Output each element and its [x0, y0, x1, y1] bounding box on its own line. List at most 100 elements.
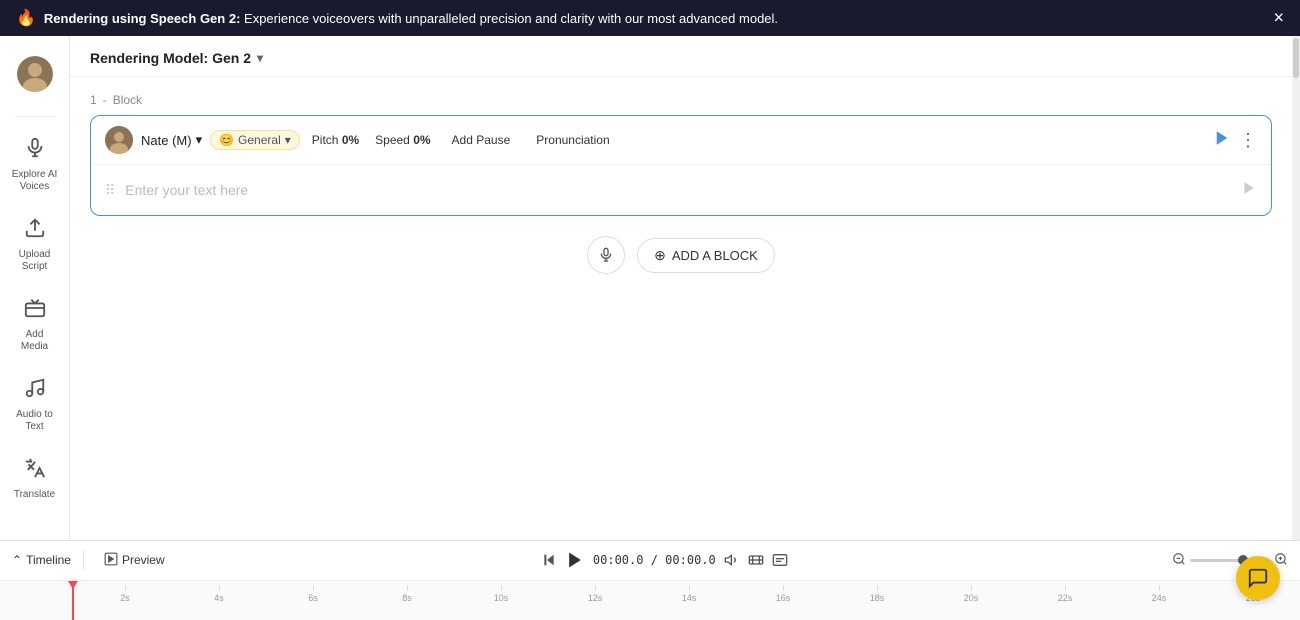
scrollbar[interactable] [1292, 36, 1300, 540]
speed-value: 0% [413, 133, 430, 147]
ruler-mark: 8s [360, 585, 454, 603]
block-toolbar-right: ⋮ [1213, 129, 1257, 152]
speed-label: Speed [375, 133, 410, 147]
total-time: 00:00.0 [665, 553, 716, 567]
block-type: Block [113, 93, 142, 107]
current-time: 00:00.0 [593, 553, 644, 567]
user-avatar [17, 56, 53, 92]
time-display: 00:00.0 / 00:00.0 [593, 553, 716, 567]
skip-back-button[interactable] [541, 552, 557, 568]
chevron-up-icon: ⌃ [12, 553, 22, 567]
ruler-mark: 14s [642, 585, 736, 603]
pronunciation-button[interactable]: Pronunciation [527, 130, 618, 150]
ruler-mark: 24s [1112, 585, 1206, 603]
drag-handle-icon[interactable]: ⠿ [105, 182, 115, 199]
timeline-label-text: Timeline [26, 553, 71, 567]
block-text-area: ⠿ Enter your text here [91, 165, 1271, 215]
sidebar-item-label: Explore AI Voices [12, 169, 58, 193]
chevron-down-icon: ▾ [257, 51, 263, 65]
volume-button[interactable] [724, 552, 740, 568]
ruler-mark: 18s [830, 585, 924, 603]
speed-button[interactable]: Speed 0% [371, 131, 434, 149]
zoom-out-button[interactable] [1172, 552, 1186, 569]
preview-label-text: Preview [122, 553, 165, 567]
sidebar-item-translate[interactable]: Translate [6, 449, 64, 509]
block-label: 1 - Block [90, 93, 1272, 107]
pitch-button[interactable]: Pitch 0% [308, 131, 363, 149]
content-header: Rendering Model: Gen 2 ▾ [70, 36, 1292, 77]
general-badge[interactable]: 😊 General ▾ [210, 130, 300, 150]
sidebar-divider [15, 116, 55, 117]
translate-icon [24, 457, 46, 485]
plus-icon: ⊕ [654, 247, 666, 264]
mic-record-button[interactable] [587, 236, 625, 274]
upload-icon [24, 217, 46, 245]
sidebar-item-upload-script[interactable]: Upload Script [6, 209, 64, 281]
voice-name: Nate (M) [141, 133, 192, 148]
scrollbar-thumb[interactable] [1293, 38, 1299, 78]
captions-button[interactable] [772, 552, 788, 568]
block-card: Nate (M) ▾ 😊 General ▾ Pitch 0% Speed [90, 115, 1272, 216]
voice-selector-button[interactable]: Nate (M) ▾ [141, 132, 202, 148]
content-area: Rendering Model: Gen 2 ▾ 1 - Block [70, 36, 1292, 540]
add-block-area: ⊕ ADD A BLOCK [90, 216, 1272, 294]
flame-icon: 🔥 [16, 8, 36, 28]
general-emoji: 😊 [219, 133, 234, 147]
transport-controls: 00:00.0 / 00:00.0 [541, 550, 788, 570]
sidebar-item-label: Upload Script [12, 249, 58, 273]
block-toolbar: Nate (M) ▾ 😊 General ▾ Pitch 0% Speed [91, 116, 1271, 165]
block-dash: - [103, 93, 107, 107]
play-inline-button[interactable] [1241, 180, 1257, 201]
play-block-button[interactable] [1213, 129, 1231, 152]
model-selector-label: Rendering Model: Gen 2 [90, 50, 251, 66]
more-options-button[interactable]: ⋮ [1239, 131, 1257, 149]
ruler-mark: 2s [78, 585, 172, 603]
sidebar-item-explore-ai-voices[interactable]: Explore AI Voices [6, 129, 64, 201]
pitch-label: Pitch [312, 133, 339, 147]
preview-icon [104, 552, 118, 569]
ruler-marks: 2s4s6s8s10s12s14s16s18s20s22s24s26s [0, 585, 1300, 603]
microphone-icon [24, 137, 46, 165]
timeline-controls: ⌃ Timeline Preview [0, 541, 1300, 581]
notification-banner: 🔥 Rendering using Speech Gen 2: Experien… [0, 0, 1300, 36]
sidebar-item-add-media[interactable]: Add Media [6, 289, 64, 361]
sidebar-item-audio-to-text[interactable]: Audio to Text [6, 369, 64, 441]
ruler-mark: 4s [172, 585, 266, 603]
model-selector-button[interactable]: Rendering Model: Gen 2 ▾ [90, 50, 263, 66]
sidebar-item-label: Translate [14, 489, 55, 501]
chat-support-button[interactable] [1236, 556, 1280, 600]
audio-text-icon [24, 377, 46, 405]
ruler-mark: 16s [736, 585, 830, 603]
banner-normal-text: Experience voiceovers with unparalleled … [244, 11, 778, 26]
voice-avatar [105, 126, 133, 154]
sidebar-item-label: Audio to Text [12, 409, 58, 433]
script-area: 1 - Block Nate (M) ▾ [70, 77, 1292, 540]
banner-bold-text: Rendering using Speech Gen 2: [44, 11, 240, 26]
timeline-toggle[interactable]: ⌃ Timeline [12, 553, 71, 567]
ruler-mark: 10s [454, 585, 548, 603]
play-pause-button[interactable] [565, 550, 585, 570]
sidebar-avatar[interactable] [6, 48, 64, 104]
ruler-mark: 20s [924, 585, 1018, 603]
film-icon [24, 297, 46, 325]
add-block-button[interactable]: ⊕ ADD A BLOCK [637, 238, 775, 273]
film-button[interactable] [748, 552, 764, 568]
banner-close-button[interactable]: × [1273, 8, 1284, 29]
banner-text: Rendering using Speech Gen 2: Experience… [44, 11, 778, 26]
add-pause-button[interactable]: Add Pause [443, 130, 520, 150]
ruler-mark: 22s [1018, 585, 1112, 603]
add-block-label: ADD A BLOCK [672, 248, 758, 263]
general-label: General [238, 133, 281, 147]
block-number: 1 [90, 93, 97, 107]
bottom-bar: ⌃ Timeline Preview [0, 540, 1300, 620]
sidebar-item-label: Add Media [12, 329, 58, 353]
ruler-mark: 6s [266, 585, 360, 603]
timeline-ruler: 2s4s6s8s10s12s14s16s18s20s22s24s26s [0, 581, 1300, 620]
pitch-value: 0% [342, 133, 359, 147]
text-placeholder[interactable]: Enter your text here [125, 182, 1231, 198]
sidebar: Explore AI Voices Upload Script Add Me [0, 36, 70, 540]
ruler-mark: 12s [548, 585, 642, 603]
divider [83, 550, 84, 570]
preview-tab[interactable]: Preview [104, 552, 165, 569]
chevron-down-icon: ▾ [196, 132, 203, 148]
